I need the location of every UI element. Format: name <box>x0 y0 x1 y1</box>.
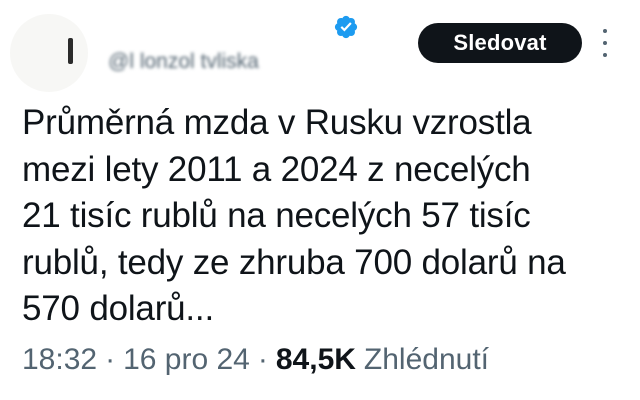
avatar[interactable] <box>10 14 88 92</box>
avatar-mark <box>68 38 73 64</box>
tweet-date[interactable]: 16 pro 24 <box>123 343 250 377</box>
views-label: Zhlédnutí <box>363 343 490 376</box>
tweet-card: @l lonzol tvliska Sledovat Průměrná mzda… <box>0 0 640 400</box>
author-handle[interactable]: @l lonzol tvliska <box>108 50 348 78</box>
tweet-text: Průměrná mzda v Rusku vzrostla mezi lety… <box>22 103 566 328</box>
meta-separator: · <box>105 343 116 376</box>
follow-button[interactable]: Sledovat <box>418 23 582 63</box>
tweet-meta: 18:32 · 16 pro 24 · 84,5K Zhlédnutí <box>22 340 489 380</box>
meta-separator: · <box>257 343 268 376</box>
more-dot <box>603 29 607 33</box>
more-vertical-icon[interactable] <box>600 29 610 57</box>
author-display-name[interactable] <box>100 10 300 28</box>
more-dot <box>603 41 607 45</box>
verified-badge-icon <box>334 15 358 39</box>
views-count[interactable]: 84,5K <box>276 343 356 377</box>
tweet-time[interactable]: 18:32 <box>22 343 97 377</box>
more-dot <box>603 53 607 57</box>
